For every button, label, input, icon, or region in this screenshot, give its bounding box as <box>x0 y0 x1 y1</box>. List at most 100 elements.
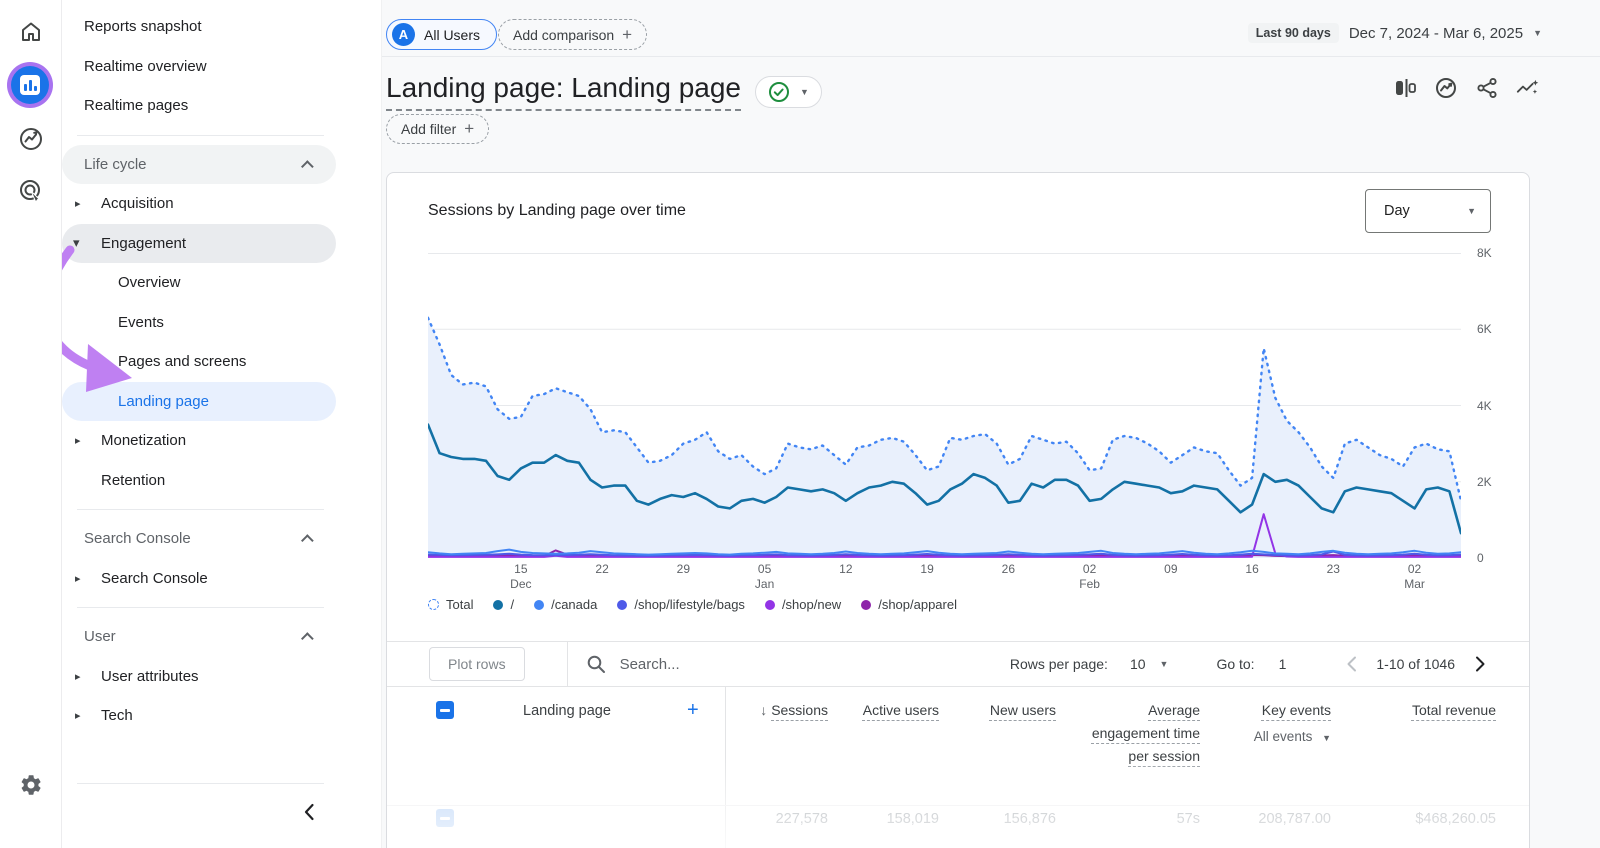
sidebar-collapse-button[interactable] <box>295 798 323 826</box>
rail-advertising-button[interactable] <box>0 169 62 213</box>
column-header-label[interactable]: Total revenue <box>1412 702 1496 718</box>
sidebar-section-user[interactable]: User <box>62 617 336 657</box>
report-actions <box>1393 76 1540 100</box>
sidebar-item-monetization[interactable]: ▸ Monetization <box>62 421 336 461</box>
granularity-select[interactable]: Day ▼ <box>1365 189 1491 233</box>
check-circle-icon <box>769 81 790 102</box>
column-header-new-users[interactable]: New users <box>976 699 1056 722</box>
legend-item-canada[interactable]: /canada <box>534 597 597 612</box>
sidebar-item-landing-page[interactable]: Landing page <box>62 381 336 421</box>
sidebar-item-tech[interactable]: ▸ Tech <box>62 696 336 736</box>
sidebar-item-retention[interactable]: Retention <box>62 461 336 501</box>
sidebar-item-realtime-overview[interactable]: Realtime overview <box>62 47 336 87</box>
y-axis-tick: 0 <box>1477 551 1484 565</box>
sidebar-item-overview[interactable]: Overview <box>62 263 336 303</box>
table-search <box>586 654 840 674</box>
sidebar-section-life-cycle[interactable]: Life cycle <box>62 144 336 184</box>
column-header-total-revenue[interactable]: Total revenue <box>1396 699 1496 722</box>
legend-item-shop-apparel[interactable]: /shop/apparel <box>861 597 957 612</box>
triangle-down-icon[interactable]: ▾ <box>73 235 80 251</box>
report-status-menu[interactable]: ▼ <box>755 75 822 108</box>
legend-item-shop-new[interactable]: /shop/new <box>764 597 841 612</box>
rail-explore-button[interactable] <box>0 117 62 161</box>
previous-page-button[interactable] <box>1338 651 1364 677</box>
x-axis-tick: 29 <box>676 562 691 576</box>
date-range-badge: Last 90 days <box>1247 23 1339 43</box>
sidebar-divider <box>77 607 324 608</box>
totals-value: $468,260.05 <box>1415 811 1496 827</box>
advertising-icon <box>20 180 40 204</box>
chevron-up-icon[interactable] <box>301 534 314 548</box>
next-page-button[interactable] <box>1467 651 1493 677</box>
home-icon <box>22 22 40 41</box>
rows-per-page-value[interactable]: 10 <box>1130 656 1146 672</box>
add-dimension-button[interactable]: + <box>687 699 699 722</box>
row-checkbox[interactable] <box>436 809 454 827</box>
title-row: Landing page: Landing page ▼ <box>386 72 822 111</box>
rows-per-page-label: Rows per page: <box>1009 656 1108 672</box>
chevron-down-icon: ▼ <box>1467 206 1476 216</box>
legend-item-total[interactable]: Total <box>428 597 473 612</box>
x-axis-tick: 05 Jan <box>754 562 775 591</box>
sidebar-section-search-console[interactable]: Search Console <box>62 519 336 559</box>
segment-chip-all-users[interactable]: A All Users <box>386 19 498 50</box>
sparkline-insights-button[interactable] <box>1516 76 1540 100</box>
triangle-right-icon[interactable]: ▸ <box>75 434 81 447</box>
comparison-icon <box>1396 79 1416 97</box>
sidebar-item-realtime-pages[interactable]: Realtime pages <box>62 86 336 126</box>
column-header-label[interactable]: Sessions <box>771 702 828 718</box>
dimension-column-header[interactable]: Landing page <box>487 703 647 719</box>
sidebar-item-events[interactable]: Events <box>62 303 336 343</box>
key-events-filter[interactable]: All events ▼ <box>1199 725 1331 750</box>
triangle-right-icon[interactable]: ▸ <box>75 197 81 210</box>
sessions-time-series-chart[interactable] <box>428 253 1461 558</box>
date-range-picker[interactable]: Last 90 days Dec 7, 2024 - Mar 6, 2025 ▼ <box>1247 23 1542 43</box>
sidebar-item-reports-snapshot[interactable]: Reports snapshot <box>62 7 336 47</box>
plot-rows-button[interactable]: Plot rows <box>429 647 525 681</box>
sidebar-item-search-console[interactable]: ▸ Search Console <box>62 559 336 599</box>
add-comparison-button[interactable]: Add comparison + <box>498 19 648 50</box>
chevron-down-icon[interactable]: ▼ <box>1160 659 1169 669</box>
share-button[interactable] <box>1475 76 1499 100</box>
select-all-checkbox[interactable] <box>436 701 454 719</box>
sidebar-item-pages-and-screens[interactable]: Pages and screens <box>62 342 336 382</box>
comparison-panel-button[interactable] <box>1393 76 1417 100</box>
column-header-label[interactable]: Key events <box>1262 702 1331 718</box>
chevron-up-icon[interactable] <box>301 160 314 173</box>
sidebar-label: Events <box>118 313 164 331</box>
sidebar-item-engagement[interactable]: ▾ Engagement <box>62 223 336 263</box>
column-header-sessions[interactable]: ↓ Sessions <box>708 699 828 722</box>
triangle-right-icon[interactable]: ▸ <box>75 709 81 722</box>
column-header-label[interactable]: Active users <box>863 702 939 718</box>
rail-settings-button[interactable] <box>0 763 62 807</box>
rail-home-button[interactable] <box>0 10 62 54</box>
toolbar-divider <box>566 641 568 687</box>
sidebar-item-acquisition[interactable]: ▸ Acquisition <box>62 184 336 224</box>
legend-item-shop-lifestyle-bags[interactable]: /shop/lifestyle/bags <box>617 597 745 612</box>
column-header-label[interactable]: New users <box>990 702 1056 718</box>
column-header-key-events[interactable]: Key events All events ▼ <box>1199 699 1331 750</box>
x-axis-tick: 22 <box>595 562 609 576</box>
chevron-up-icon[interactable] <box>301 632 314 646</box>
triangle-right-icon[interactable]: ▸ <box>75 572 81 585</box>
rail-reports-button[interactable] <box>7 62 53 108</box>
insights-button[interactable] <box>1434 76 1458 100</box>
sidebar-divider <box>77 134 324 136</box>
ga4-landing-page-report: Reports snapshot Realtime overview Realtim… <box>0 0 1600 848</box>
triangle-right-icon[interactable]: ▸ <box>75 670 81 683</box>
topbar-divider <box>382 56 1600 57</box>
legend-item-[interactable]: / <box>493 597 514 612</box>
goto-page-input[interactable]: 1 <box>1279 656 1287 672</box>
column-header-average-engagement-time-per-session[interactable]: Average engagement time per session <box>1088 699 1200 768</box>
insights-circle-icon <box>1436 78 1456 98</box>
search-input[interactable] <box>619 655 840 673</box>
sidebar-item-user-attributes[interactable]: ▸ User attributes <box>62 657 336 697</box>
share-icon <box>1477 77 1497 99</box>
chevron-right-icon <box>1475 656 1484 672</box>
column-header-active-users[interactable]: Active users <box>849 699 939 722</box>
add-filter-button[interactable]: Add filter + <box>386 114 490 144</box>
legend-swatch <box>861 599 872 610</box>
goto-label: Go to: <box>1216 656 1255 672</box>
page-title[interactable]: Landing page: Landing page <box>386 72 742 111</box>
column-header-label[interactable]: Average engagement time per session <box>1092 702 1200 764</box>
